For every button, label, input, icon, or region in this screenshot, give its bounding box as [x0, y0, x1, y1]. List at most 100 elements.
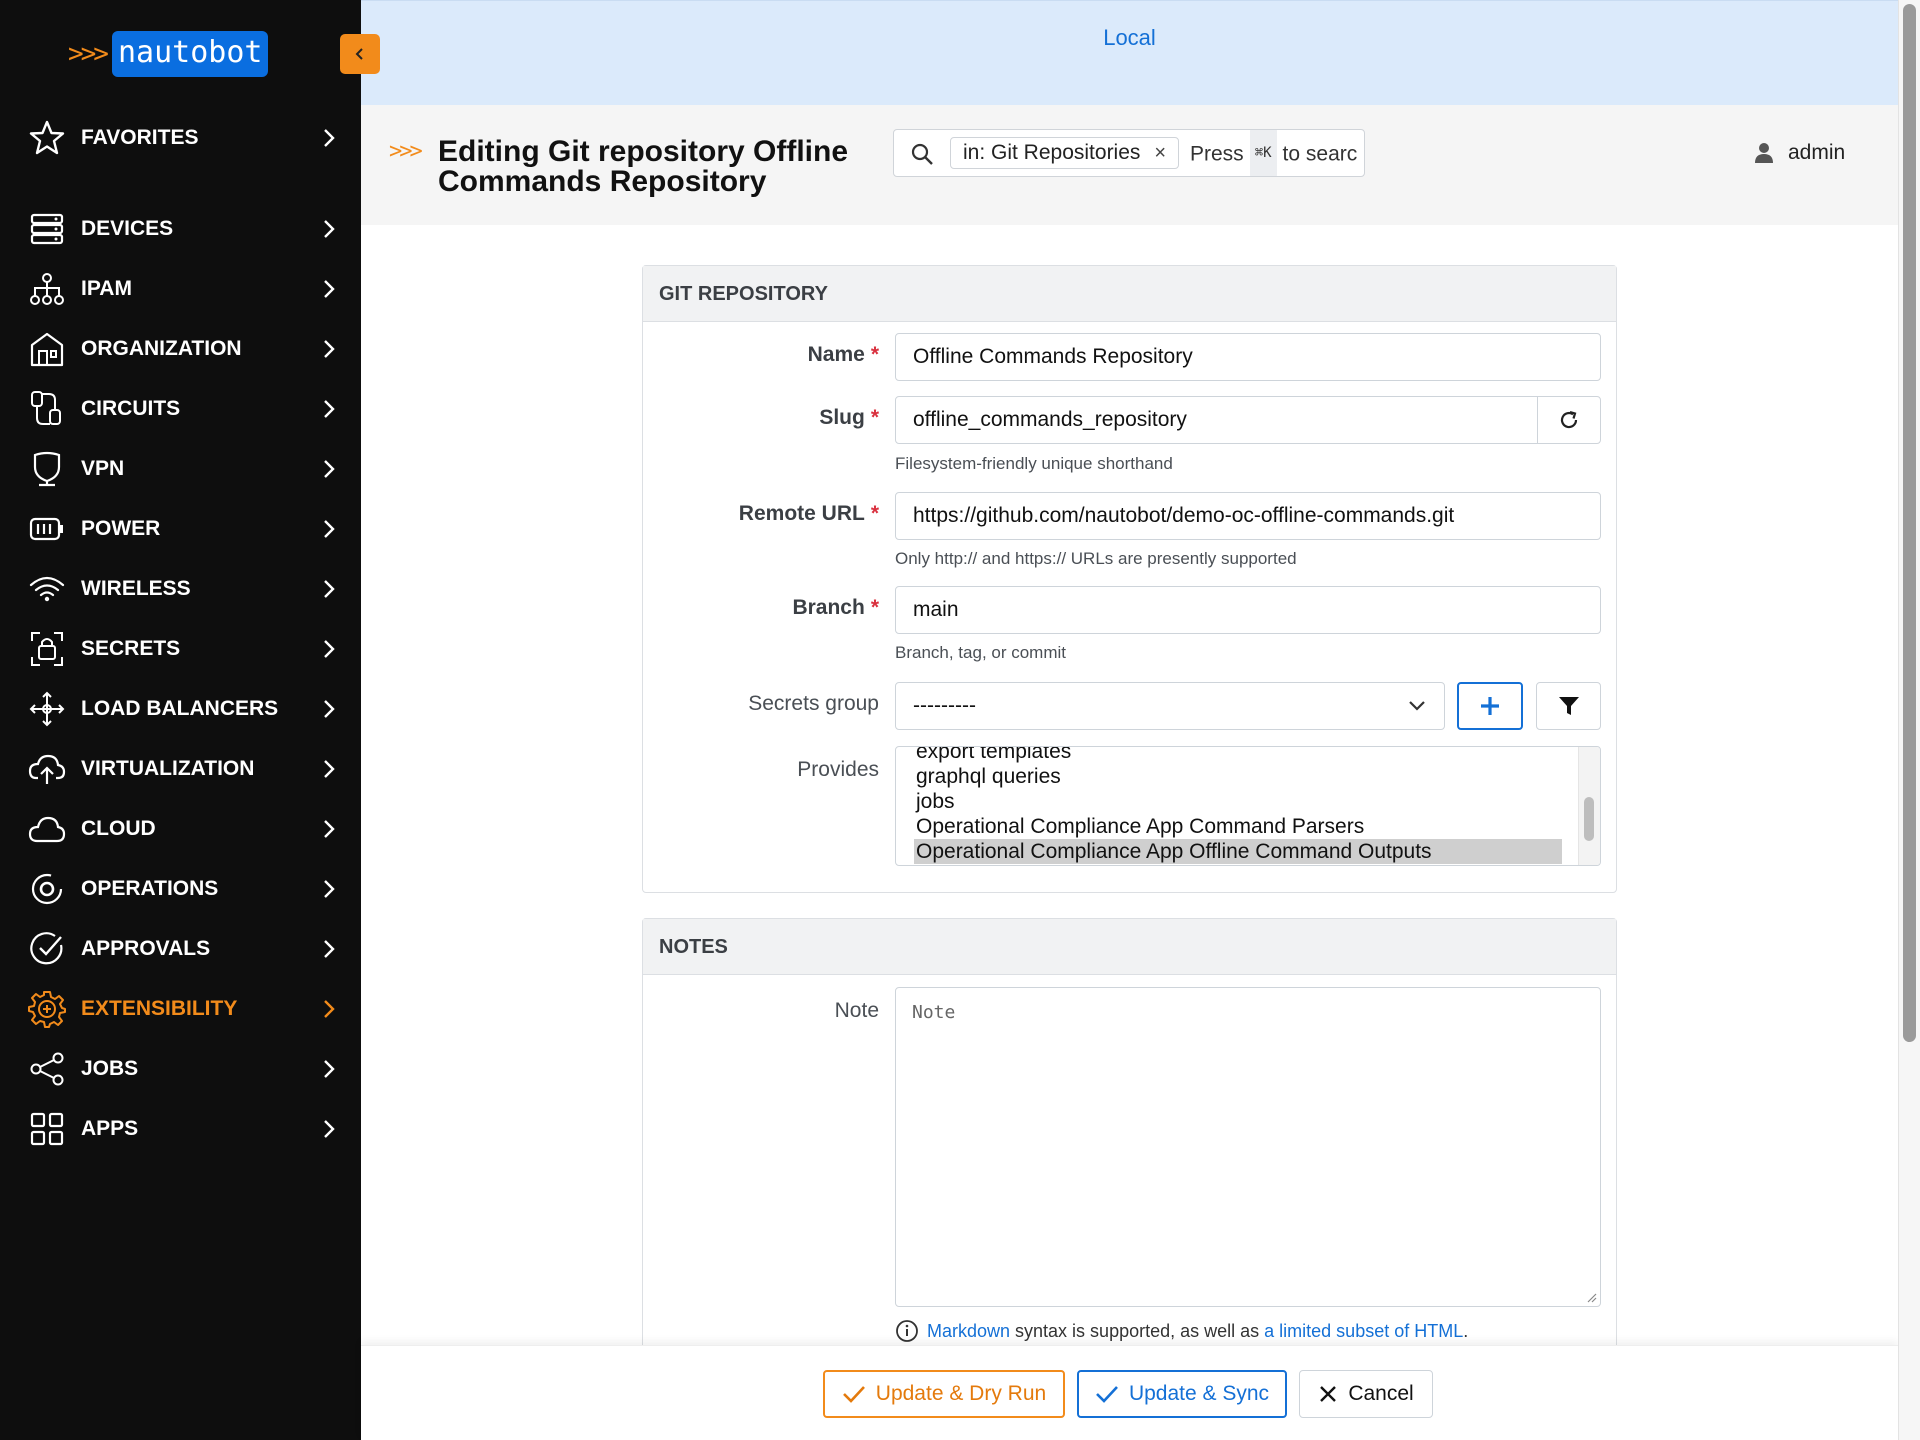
- lock-icon: [28, 631, 66, 667]
- sidebar-item-cloud[interactable]: CLOUD: [0, 805, 361, 853]
- search-input[interactable]: in: Git Repositories × Press ⌘K to searc: [893, 129, 1365, 177]
- check-circle-icon: [28, 931, 66, 967]
- arrows-move-icon: [28, 691, 66, 727]
- sidebar-item-load-balancers[interactable]: LOAD BALANCERS: [0, 685, 361, 733]
- sidebar-item-label: APPROVALS: [81, 937, 211, 960]
- chevron-right-icon: [324, 400, 335, 418]
- close-icon: [1320, 1386, 1337, 1402]
- regenerate-slug-button[interactable]: [1537, 396, 1601, 444]
- circuit-plug-icon: [28, 391, 66, 427]
- sidebar-item-label: CIRCUITS: [81, 397, 181, 420]
- sidebar-item-label: EXTENSIBILITY: [81, 997, 238, 1020]
- provides-option[interactable]: export templates: [914, 747, 1562, 764]
- sidebar-item-favorites[interactable]: FAVORITES: [0, 114, 361, 162]
- provides-option-selected[interactable]: Operational Compliance App Offline Comma…: [914, 839, 1562, 864]
- search-scope-chip[interactable]: in: Git Repositories ×: [950, 137, 1180, 169]
- secrets-group-select[interactable]: ---------: [895, 682, 1445, 730]
- remote-url-label: Remote URL *: [643, 502, 879, 526]
- workflow-icon: [28, 1051, 66, 1087]
- environment-banner: Local: [361, 0, 1898, 105]
- sidebar-collapse-button[interactable]: [340, 34, 380, 74]
- sidebar-item-label: WIRELESS: [81, 577, 191, 600]
- chevron-right-icon: [324, 460, 335, 478]
- markdown-help-text: syntax is supported, as well as: [1010, 1320, 1265, 1341]
- sidebar-item-label: CLOUD: [81, 817, 156, 840]
- provides-label-text: Provides: [797, 758, 879, 781]
- nautobot-logo[interactable]: >>> nautobot: [68, 30, 269, 78]
- provides-option[interactable]: Operational Compliance App Command Parse…: [914, 814, 1562, 839]
- markdown-link[interactable]: Markdown: [927, 1321, 1010, 1342]
- chevron-right-icon: [324, 640, 335, 658]
- provides-multiselect[interactable]: export templates graphql queries jobs Op…: [895, 746, 1601, 866]
- user-icon: [1755, 143, 1773, 163]
- provides-scrollbar[interactable]: [1578, 747, 1600, 865]
- wifi-icon: [28, 571, 66, 607]
- branch-label-text: Branch: [792, 596, 865, 619]
- required-marker: *: [870, 343, 879, 366]
- cancel-button[interactable]: Cancel: [1299, 1370, 1433, 1418]
- search-scope-label: in: Git Repositories: [963, 141, 1141, 164]
- chevron-right-icon: [324, 820, 335, 838]
- note-placeholder: Note: [912, 1002, 956, 1023]
- sidebar-item-organization[interactable]: ORGANIZATION: [0, 325, 361, 373]
- logo-chevrons: >>>: [68, 39, 109, 69]
- page-scrollbar[interactable]: [1898, 0, 1920, 1440]
- sidebar-item-secrets[interactable]: SECRETS: [0, 625, 361, 673]
- chevron-right-icon: [324, 760, 335, 778]
- slug-field[interactable]: offline_commands_repository: [895, 396, 1538, 444]
- update-sync-label: Update & Sync: [1128, 1382, 1270, 1405]
- resize-grip-icon[interactable]: [1585, 1291, 1597, 1303]
- info-icon: [896, 1320, 918, 1342]
- chevron-right-icon: [324, 280, 335, 298]
- provides-option[interactable]: graphql queries: [914, 764, 1562, 789]
- note-textarea[interactable]: Note: [895, 987, 1601, 1307]
- check-icon: [1096, 1386, 1118, 1403]
- name-label: Name *: [643, 343, 879, 367]
- page-title: Editing Git repository Offline Commands …: [438, 135, 849, 198]
- username: admin: [1788, 141, 1846, 164]
- update-sync-button[interactable]: Update & Sync: [1077, 1370, 1287, 1418]
- remove-scope-icon[interactable]: ×: [1154, 142, 1166, 165]
- secrets-group-label-text: Secrets group: [748, 692, 879, 715]
- header-chevrons: >>>: [389, 139, 423, 164]
- sidebar-item-operations[interactable]: OPERATIONS: [0, 865, 361, 913]
- star-icon: [28, 120, 66, 156]
- page-header: >>> Editing Git repository Offline Comma…: [361, 105, 1898, 225]
- chevron-right-icon: [324, 340, 335, 358]
- gear-icon: [28, 991, 66, 1028]
- required-marker: *: [870, 596, 879, 619]
- user-menu[interactable]: admin: [1754, 141, 1845, 165]
- refresh-icon: [1560, 410, 1578, 429]
- sidebar-item-wireless[interactable]: WIRELESS: [0, 565, 361, 613]
- name-field[interactable]: Offline Commands Repository: [895, 333, 1601, 381]
- sidebar-item-circuits[interactable]: CIRCUITS: [0, 385, 361, 433]
- sidebar-item-devices[interactable]: DEVICES: [0, 205, 361, 253]
- remote-url-field[interactable]: https://github.com/nautobot/demo-oc-offl…: [895, 492, 1601, 540]
- branch-field[interactable]: main: [895, 586, 1601, 634]
- server-icon: [28, 211, 66, 247]
- page-scrollbar-thumb[interactable]: [1903, 4, 1916, 1042]
- provides-option[interactable]: jobs: [914, 789, 1562, 814]
- sidebar-item-extensibility[interactable]: EXTENSIBILITY: [0, 985, 361, 1033]
- note-label: Note: [643, 999, 879, 1023]
- chevron-right-icon: [324, 1060, 335, 1078]
- sidebar-item-jobs[interactable]: JOBS: [0, 1045, 361, 1093]
- chevron-right-icon: [324, 940, 335, 958]
- sidebar-item-power[interactable]: POWER: [0, 505, 361, 553]
- chevron-right-icon: [324, 880, 335, 898]
- chevron-right-icon: [324, 520, 335, 538]
- chevron-right-icon: [324, 220, 335, 238]
- filter-secrets-group-button[interactable]: [1536, 682, 1601, 730]
- required-marker: *: [870, 502, 879, 525]
- sidebar-item-approvals[interactable]: APPROVALS: [0, 925, 361, 973]
- html-subset-link[interactable]: a limited subset of HTML: [1264, 1321, 1463, 1342]
- add-secrets-group-button[interactable]: [1457, 682, 1523, 730]
- sidebar-item-virtualization[interactable]: VIRTUALIZATION: [0, 745, 361, 793]
- sidebar-item-apps[interactable]: APPS: [0, 1105, 361, 1153]
- sidebar-item-ipam[interactable]: IPAM: [0, 265, 361, 313]
- sidebar-item-label: OPERATIONS: [81, 877, 219, 900]
- sidebar-item-vpn[interactable]: VPN: [0, 445, 361, 493]
- provides-scrollbar-thumb[interactable]: [1584, 797, 1594, 841]
- panel-heading: Notes: [643, 919, 1616, 975]
- update-dry-run-button[interactable]: Update & Dry Run: [823, 1370, 1065, 1418]
